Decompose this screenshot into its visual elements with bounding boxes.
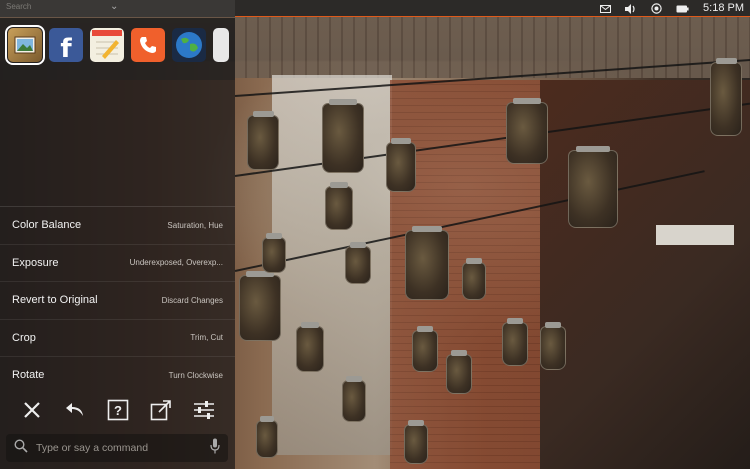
- photo-jar: [239, 271, 281, 341]
- photo-jar: [540, 322, 566, 370]
- hud-action-desc: Underexposed, Overexp...: [129, 258, 223, 268]
- help-icon[interactable]: ?: [105, 397, 131, 423]
- photo-jar: [710, 58, 742, 136]
- dash-search-label: Search: [6, 2, 32, 11]
- hud-action-desc: Saturation, Hue: [167, 220, 223, 230]
- svg-text:?: ?: [114, 403, 122, 418]
- facebook-icon[interactable]: f: [49, 28, 83, 62]
- hud-action-revert[interactable]: Revert to Original Discard Changes: [0, 281, 235, 319]
- photo-ceiling: [235, 16, 750, 78]
- hud-action-list: Color Balance Saturation, Hue Exposure U…: [0, 206, 235, 394]
- photo-jar: [404, 420, 428, 464]
- hud-action-desc: Discard Changes: [161, 295, 223, 305]
- photo-jar: [405, 226, 449, 300]
- photo-jar: [325, 182, 353, 230]
- photo-jar: [256, 416, 278, 458]
- volume-icon[interactable]: [625, 3, 637, 14]
- hud-action-title: Rotate: [12, 369, 45, 382]
- partial-app-icon[interactable]: [213, 28, 229, 62]
- indicator-area: 5:18 PM: [600, 0, 744, 17]
- chevron-down-icon[interactable]: ⌄: [110, 1, 118, 12]
- search-icon: [14, 438, 28, 458]
- hud-toolbar: ?: [0, 394, 235, 426]
- photo-jar: [502, 318, 528, 366]
- photo-jar: [446, 350, 472, 394]
- mail-icon[interactable]: [600, 4, 612, 13]
- photo-jar: [386, 138, 416, 192]
- photo-jar: [506, 98, 548, 164]
- photo-dark-wall: [540, 80, 750, 469]
- photo-jar: [247, 111, 279, 170]
- dash-search-strip[interactable]: Search ⌄: [0, 0, 235, 17]
- hud-action-title: Exposure: [12, 256, 59, 269]
- photo-jar: [462, 258, 486, 300]
- settings-icon[interactable]: [191, 397, 217, 423]
- hud-action-desc: Trim, Cut: [190, 333, 223, 343]
- hud-action-rotate[interactable]: Rotate Turn Clockwise: [0, 356, 235, 394]
- hud-search-input[interactable]: [36, 437, 210, 459]
- phone-icon[interactable]: [131, 28, 165, 62]
- notes-icon[interactable]: [90, 28, 124, 62]
- globe-icon[interactable]: [172, 28, 206, 62]
- hud-action-color-balance[interactable]: Color Balance Saturation, Hue: [0, 206, 235, 244]
- hud-action-title: Color Balance: [12, 219, 82, 232]
- fullscreen-icon[interactable]: [148, 397, 174, 423]
- clock[interactable]: 5:18 PM: [703, 0, 744, 17]
- photo-jar: [412, 326, 438, 372]
- hud-action-desc: Turn Clockwise: [168, 370, 223, 380]
- facebook-letter: f: [60, 34, 72, 62]
- hud-action-crop[interactable]: Crop Trim, Cut: [0, 318, 235, 357]
- photo-sign: [656, 225, 734, 245]
- photo-jar: [322, 99, 364, 173]
- launcher: f: [0, 18, 235, 80]
- hud-action-title: Crop: [12, 331, 36, 344]
- photo-jar: [568, 146, 618, 228]
- hud-action-title: Revert to Original: [12, 294, 98, 307]
- network-icon[interactable]: [651, 3, 662, 14]
- hud-action-exposure[interactable]: Exposure Underexposed, Overexp...: [0, 243, 235, 282]
- top-panel: Search ⌄ 5:18 PM: [0, 0, 750, 17]
- undo-icon[interactable]: [62, 397, 88, 423]
- shotwell-icon[interactable]: [5, 25, 45, 65]
- hud-search-bar: [6, 434, 228, 462]
- close-icon[interactable]: [19, 397, 45, 423]
- photo-jar: [345, 242, 371, 284]
- microphone-icon[interactable]: [210, 438, 220, 459]
- battery-icon[interactable]: [676, 5, 689, 13]
- hud-panel: Color Balance Saturation, Hue Exposure U…: [0, 80, 235, 469]
- photo-jar: [296, 322, 324, 372]
- photo-jar: [342, 376, 366, 422]
- photo-jar: [262, 233, 286, 273]
